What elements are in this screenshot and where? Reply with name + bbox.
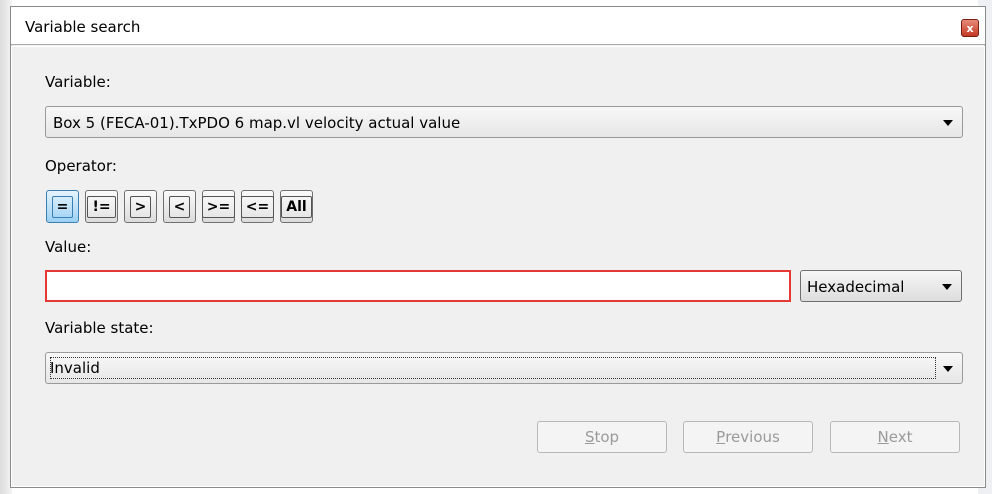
operator-equal-button[interactable]: = bbox=[46, 190, 79, 223]
variable-search-dialog: Variable search x Variable: Box 5 (FECA-… bbox=[10, 6, 986, 488]
operator-label: Operator: bbox=[45, 157, 117, 175]
value-label: Value: bbox=[45, 238, 92, 256]
close-button[interactable]: x bbox=[961, 19, 979, 37]
operator-all-button[interactable]: All bbox=[280, 190, 313, 223]
chevron-down-icon bbox=[942, 284, 952, 290]
value-format-select[interactable]: Hexadecimal bbox=[800, 270, 962, 302]
chevron-down-icon bbox=[943, 120, 953, 126]
variable-select[interactable]: Box 5 (FECA-01).TxPDO 6 map.vl velocity … bbox=[45, 106, 963, 138]
variable-state-value: Invalid bbox=[50, 359, 100, 377]
variable-state-select[interactable]: Invalid bbox=[45, 352, 963, 384]
stop-button[interactable]: Stop bbox=[537, 421, 667, 453]
value-input[interactable] bbox=[45, 270, 791, 302]
operator-less-button[interactable]: < bbox=[163, 190, 196, 223]
next-button[interactable]: Next bbox=[830, 421, 960, 453]
operator-greater-button[interactable]: > bbox=[124, 190, 157, 223]
variable-state-label: Variable state: bbox=[45, 319, 154, 337]
operator-not-equal-button[interactable]: != bbox=[85, 190, 118, 223]
variable-label: Variable: bbox=[45, 73, 111, 91]
previous-button[interactable]: Previous bbox=[683, 421, 813, 453]
chevron-down-icon bbox=[943, 366, 953, 372]
operator-less-equal-button[interactable]: <= bbox=[240, 190, 275, 223]
title-bar: Variable search x bbox=[11, 7, 985, 45]
focus-rectangle bbox=[50, 357, 936, 379]
operator-button-group: = != > < >= <= All bbox=[46, 190, 313, 224]
window-title: Variable search bbox=[25, 18, 141, 36]
close-icon: x bbox=[966, 21, 974, 35]
value-format-value: Hexadecimal bbox=[807, 278, 905, 296]
variable-select-value: Box 5 (FECA-01).TxPDO 6 map.vl velocity … bbox=[53, 114, 461, 132]
operator-greater-equal-button[interactable]: >= bbox=[201, 190, 236, 223]
